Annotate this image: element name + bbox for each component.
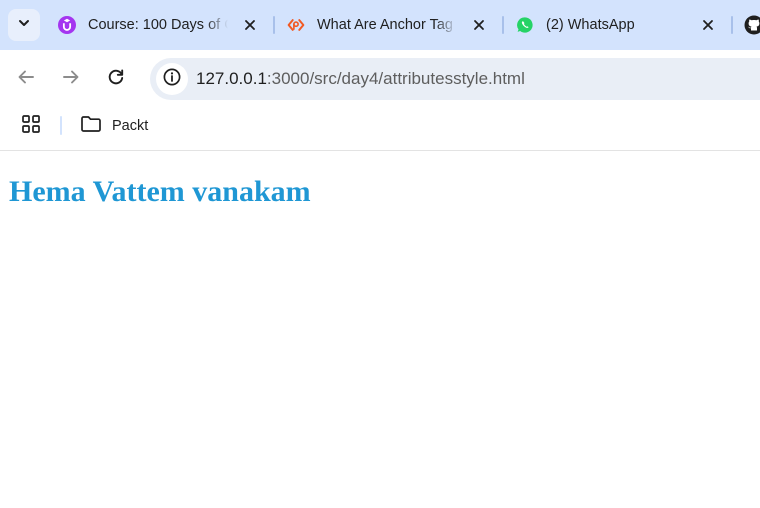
- close-icon[interactable]: [700, 17, 716, 33]
- arrow-left-icon: [17, 68, 35, 91]
- tab-search-button[interactable]: [8, 9, 40, 41]
- tab-whatsapp[interactable]: (2) WhatsApp: [516, 8, 726, 42]
- forward-button[interactable]: [55, 63, 87, 95]
- reload-button[interactable]: [100, 63, 132, 95]
- bookmark-label: Packt: [112, 118, 149, 134]
- tab-separator: [502, 16, 504, 34]
- site-info-button[interactable]: [156, 63, 188, 95]
- address-bar[interactable]: 127.0.0.1:3000/src/day4/attributesstyle.…: [150, 58, 760, 100]
- tab-github[interactable]: [744, 8, 760, 42]
- bookmark-folder-packt[interactable]: Packt: [80, 113, 148, 139]
- tab-udemy-course[interactable]: Course: 100 Days of C: [58, 8, 268, 42]
- tab-strip: Course: 100 Days of C What Are Anchor Ta…: [0, 0, 760, 50]
- bookmarks-separator: [60, 116, 62, 135]
- info-icon: [163, 68, 181, 91]
- apps-grid-icon: [21, 114, 41, 139]
- udemy-icon: [58, 16, 76, 34]
- tab-separator: [731, 16, 733, 34]
- reload-icon: [107, 68, 125, 91]
- bookmarks-bar: Packt: [0, 108, 760, 150]
- folder-icon: [80, 115, 102, 138]
- page-viewport: Hema Vattem vanakam: [0, 151, 760, 508]
- close-icon[interactable]: [242, 17, 258, 33]
- browser-toolbar: 127.0.0.1:3000/src/day4/attributesstyle.…: [0, 50, 760, 108]
- url-text: 127.0.0.1:3000/src/day4/attributesstyle.…: [196, 69, 525, 89]
- tab-separator: [273, 16, 275, 34]
- arrow-right-icon: [62, 68, 80, 91]
- github-icon: [744, 15, 760, 35]
- apps-button[interactable]: [20, 114, 42, 139]
- tab-title: (2) WhatsApp: [546, 17, 635, 33]
- tab-title: What Are Anchor Tag: [317, 17, 457, 33]
- url-path: :3000/src/day4/attributesstyle.html: [266, 69, 525, 88]
- close-icon[interactable]: [471, 17, 487, 33]
- tab-anchor-tags[interactable]: What Are Anchor Tag: [287, 8, 497, 42]
- url-host: 127.0.0.1: [196, 69, 267, 88]
- whatsapp-icon: [516, 16, 534, 34]
- packt-icon: [287, 16, 305, 34]
- tab-title: Course: 100 Days of C: [88, 17, 228, 33]
- back-button[interactable]: [10, 63, 42, 95]
- chevron-down-icon: [17, 16, 31, 35]
- page-heading: Hema Vattem vanakam: [9, 175, 311, 208]
